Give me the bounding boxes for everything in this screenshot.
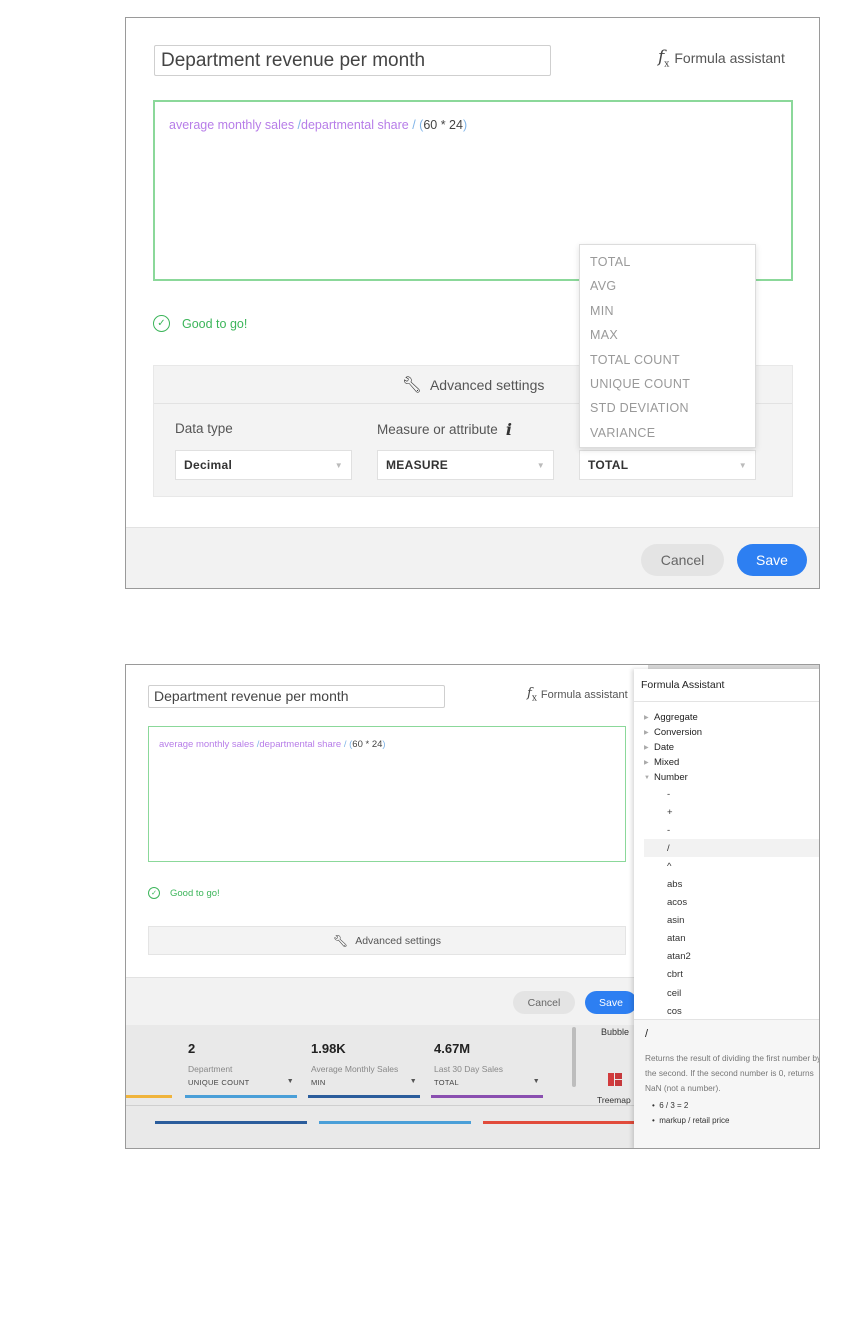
check-circle-icon: ✓: [153, 315, 170, 332]
aggregation-option-unique-count[interactable]: UNIQUE COUNT: [580, 372, 755, 396]
chart-color-bar: [155, 1121, 307, 1124]
function-icon: fx: [527, 686, 537, 704]
aggregation-select[interactable]: TOTAL ▼: [434, 1078, 540, 1087]
function-item[interactable]: ceil: [644, 984, 819, 1002]
caret-right-icon: ▶: [644, 715, 649, 721]
check-circle-icon: ✓: [148, 887, 160, 899]
function-item[interactable]: cbrt: [644, 966, 819, 984]
aggregation-select[interactable]: MIN ▼: [311, 1078, 417, 1087]
validation-status: ✓ Good to go!: [148, 887, 220, 899]
function-item[interactable]: acos: [644, 894, 819, 912]
chevron-down-icon: ▼: [738, 460, 747, 470]
measure-attribute-label: Measure or attribute i: [377, 420, 512, 439]
wrench-icon: 🔧︎: [401, 376, 422, 394]
function-item[interactable]: atan: [644, 930, 819, 948]
answer-summary-area: 2 Department UNIQUE COUNT ▼ 1.98K Average…: [126, 1025, 634, 1148]
function-item-selected[interactable]: /: [644, 839, 819, 858]
advanced-settings-toggle[interactable]: 🔧︎ Advanced settings: [148, 926, 626, 955]
function-tree: ▶ Aggregate ▶ Conversion ▶ Date ▶ Mixed ▼ Num…: [644, 710, 819, 1020]
chevron-down-icon: ▼: [334, 460, 343, 470]
chart-type-treemap[interactable]: Treemap: [597, 1095, 631, 1105]
treemap-icon[interactable]: [608, 1073, 622, 1086]
formula-assistant-label: Formula assistant: [674, 50, 785, 66]
category-date[interactable]: ▶ Date: [644, 740, 819, 755]
data-type-select[interactable]: Decimal ▼: [175, 450, 352, 480]
summary-last-30-day-sales: 4.67M Last 30 Day Sales TOTAL ▼: [434, 1041, 540, 1087]
function-item[interactable]: +: [644, 803, 819, 821]
category-number[interactable]: ▼ Number: [644, 770, 819, 785]
aggregation-dropdown-menu: TOTAL AVG MIN MAX TOTAL COUNT UNIQUE COU…: [579, 244, 756, 448]
category-mixed[interactable]: ▶ Mixed: [644, 755, 819, 770]
chart-type-bubble[interactable]: Bubble: [601, 1027, 629, 1037]
formula-editor[interactable]: average monthly sales /departmental shar…: [148, 726, 626, 862]
function-example: • 6 / 3 = 2: [652, 1101, 689, 1110]
column-color-bar: [431, 1095, 543, 1098]
function-item[interactable]: -: [644, 785, 819, 803]
formula-assistant-button[interactable]: fx Formula assistant: [658, 45, 785, 71]
aggregation-option-std-deviation[interactable]: STD DEVIATION: [580, 396, 755, 420]
aggregation-option-min[interactable]: MIN: [580, 299, 755, 323]
formula-assistant-button[interactable]: fx Formula assistant: [527, 684, 628, 706]
chevron-down-icon: ▼: [286, 1078, 294, 1085]
formula-assistant-panel: Formula Assistant ▶ Aggregate ▶ Conversion…: [634, 669, 820, 1148]
cancel-button[interactable]: Cancel: [641, 544, 724, 576]
function-item[interactable]: ^: [644, 857, 819, 875]
formula-editor-panel-2: Department revenue per month fx Formula …: [125, 664, 820, 1149]
function-detail-title: /: [645, 1028, 649, 1040]
category-aggregate[interactable]: ▶ Aggregate: [644, 710, 819, 725]
dialog-footer: Cancel Save: [126, 977, 637, 1025]
function-detail-description: Returns the result of dividing the first…: [645, 1053, 820, 1093]
summary-average-monthly-sales: 1.98K Average Monthly Sales MIN ▼: [311, 1041, 417, 1087]
function-icon: fx: [658, 46, 670, 70]
function-item[interactable]: atan2: [644, 948, 819, 966]
formula-assistant-title: Formula Assistant: [641, 679, 725, 691]
divider: [126, 1105, 634, 1106]
validation-status: ✓ Good to go!: [153, 315, 247, 332]
function-item[interactable]: abs: [644, 875, 819, 893]
function-item[interactable]: asin: [644, 912, 819, 930]
chart-color-bar: [319, 1121, 471, 1124]
summary-department: 2 Department UNIQUE COUNT ▼: [188, 1041, 294, 1087]
formula-text: average monthly sales /departmental shar…: [169, 118, 468, 132]
aggregation-select[interactable]: UNIQUE COUNT ▼: [188, 1078, 294, 1087]
formula-text: average monthly sales /departmental shar…: [159, 739, 386, 750]
dialog-footer: Cancel Save: [126, 527, 819, 588]
function-item[interactable]: cos: [644, 1002, 819, 1020]
chevron-down-icon: ▼: [536, 460, 545, 470]
formula-assistant-label: Formula assistant: [540, 689, 628, 701]
chevron-down-icon: ▼: [409, 1078, 417, 1085]
aggregation-option-variance[interactable]: VARIANCE: [580, 421, 755, 445]
save-button[interactable]: Save: [737, 544, 807, 576]
info-icon[interactable]: i: [506, 420, 512, 439]
aggregation-option-total[interactable]: TOTAL: [580, 250, 755, 274]
aggregation-option-avg[interactable]: AVG: [580, 274, 755, 298]
caret-right-icon: ▶: [644, 745, 649, 751]
chevron-down-icon: ▼: [532, 1078, 540, 1085]
caret-right-icon: ▶: [644, 760, 649, 766]
column-color-bar: [185, 1095, 297, 1098]
data-type-label: Data type: [175, 421, 233, 436]
column-color-bar: [126, 1095, 172, 1098]
wrench-icon: 🔧︎: [332, 933, 349, 948]
function-example: • markup / retail price: [652, 1116, 730, 1125]
aggregation-option-total-count[interactable]: TOTAL COUNT: [580, 348, 755, 372]
formula-name-input[interactable]: Department revenue per month: [148, 685, 445, 708]
function-item[interactable]: -: [644, 821, 819, 839]
cancel-button[interactable]: Cancel: [513, 991, 575, 1014]
function-detail: / Returns the result of dividing the fir…: [634, 1019, 820, 1148]
aggregation-option-max[interactable]: MAX: [580, 323, 755, 347]
measure-attribute-select[interactable]: MEASURE ▼: [377, 450, 554, 480]
divider: [634, 701, 819, 702]
category-conversion[interactable]: ▶ Conversion: [644, 725, 819, 740]
caret-down-icon: ▼: [644, 774, 650, 781]
formula-editor-panel-1: Department revenue per month fx Formula …: [125, 17, 820, 589]
caret-right-icon: ▶: [644, 730, 649, 736]
save-button[interactable]: Save: [585, 991, 637, 1014]
aggregation-select[interactable]: TOTAL ▼: [579, 450, 756, 480]
scrollbar[interactable]: [572, 1027, 576, 1087]
column-color-bar: [308, 1095, 420, 1098]
chart-color-bar: [483, 1121, 634, 1124]
formula-name-input[interactable]: Department revenue per month: [154, 45, 551, 76]
